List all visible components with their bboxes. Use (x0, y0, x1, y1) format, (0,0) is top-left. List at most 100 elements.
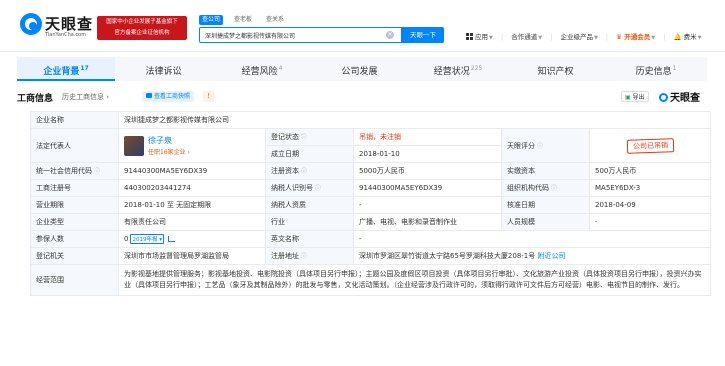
tab-operation[interactable]: 经营状况225 (409, 57, 507, 81)
nearby-companies-link[interactable]: 附近公司 (537, 252, 565, 260)
score-label: 天眼评分 (507, 141, 535, 150)
table-row: 统一社会信用代码 ⓘ 91440300MA5EY6DX39 注册资本 ⓘ 5000万… (30, 162, 712, 180)
nav-divider: | (663, 33, 666, 41)
insured-value: 0 (124, 235, 129, 243)
status-badge: 吊销，未注销 (359, 133, 401, 141)
export-label: 导出 (632, 94, 645, 101)
snapshot-button[interactable]: 查看工商快照 (142, 91, 195, 102)
warning-icon[interactable]: ! (203, 91, 214, 102)
search-input[interactable] (199, 27, 402, 43)
nav-apps[interactable]: 应用▼ (466, 31, 493, 41)
scope-label: 经营范围 (30, 264, 119, 296)
staff-label: 人员规模 (501, 213, 590, 231)
address-label: 注册地址 (271, 252, 299, 260)
legal-rep-positions[interactable]: 任职16家企业 › (148, 147, 190, 156)
nav-products-label: 企业级产品 (560, 33, 593, 41)
status-value-cell: 吊销，未注销 (353, 128, 502, 146)
business-info-table: 企业名称 深圳捷成梦之都影视传媒有限公司 法定代表人 徐子泉 任职16家企业 › … (30, 111, 712, 296)
chart-icon[interactable] (167, 236, 175, 242)
grid-icon (466, 33, 473, 40)
table-row: 企业名称 深圳捷成梦之都影视传媒有限公司 (30, 111, 712, 129)
table-row: 经营范围 为影视基地提供管理服务；影视基地投资、电影院投资（具体项目另行申报）；… (30, 264, 712, 296)
chevron-down-icon: ▼ (489, 35, 493, 41)
nav-user[interactable]: 🔔 费米▼ (673, 31, 701, 41)
search-tab-relation[interactable]: 查关系 (263, 15, 287, 25)
site-logo[interactable]: 天眼查 TianYanCha.com (20, 13, 94, 39)
history-link[interactable]: 历史工商信息 › (62, 92, 109, 102)
brand-watermark: 天眼查 (659, 89, 700, 104)
company-name-value: 深圳捷成梦之都影视传媒有限公司 (117, 111, 712, 129)
taxpayer-qual-label: 纳税人资质 (265, 196, 354, 214)
authority-value: 深圳市市场监督管理局罗湖监管局 (118, 247, 266, 265)
search-tab-boss[interactable]: 查老板 (231, 15, 255, 25)
tab-ip[interactable]: 知识产权 (507, 57, 605, 81)
logo-mark-icon (20, 13, 42, 35)
tab-litigation[interactable]: 法律诉讼 (115, 57, 213, 81)
table-row: 工商注册号 440300203441274 纳税人识别号 ⓘ 91440300MA… (30, 179, 712, 197)
reg-no-label: 工商注册号 (30, 179, 119, 197)
nav-divider: | (500, 33, 504, 41)
staff-value: - (588, 213, 712, 231)
insured-value-cell: 0 2019年报 ▾ (118, 230, 266, 248)
address-value-cell: 深圳市罗湖区翠竹街道太宁路65号罗湖科技大厦208-1号 附近公司 (352, 247, 712, 265)
status-label-cell: 登记状态 ⓘ (265, 128, 354, 146)
search-tab-company[interactable]: 查公司 (199, 15, 224, 25)
official-banner[interactable]: 国家中小企业发展子基金旗下 官方备案企业征信机构 (97, 16, 187, 40)
nav-partner[interactable]: 合作通道▼ (511, 31, 542, 41)
help-icon[interactable]: ⓘ (315, 185, 321, 192)
status-label: 登记状态 (271, 133, 299, 141)
established-label: 成立日期 (265, 145, 354, 163)
export-button[interactable]: ▣ 导出 (621, 91, 649, 102)
tab-label: 历史信息 (635, 67, 672, 77)
search-button[interactable]: 天眼一下 (402, 27, 444, 43)
tab-background[interactable]: 企业背景17 (17, 57, 115, 81)
credit-code-label: 统一社会信用代码 (36, 167, 92, 175)
insured-label: 参保人数 (30, 230, 119, 248)
legal-rep-name[interactable]: 徐子泉 (148, 135, 190, 146)
help-icon[interactable]: ⓘ (301, 168, 307, 175)
help-icon[interactable]: ⓘ (301, 253, 307, 260)
table-row: 参保人数 0 2019年报 ▾ 英文名称 - (30, 230, 712, 248)
legal-rep-info: 徐子泉 任职16家企业 › (148, 135, 190, 156)
org-code-label: 组织机构代码 (507, 184, 549, 192)
nav-vip[interactable]: ♛ 开通会员▼ (616, 31, 655, 41)
tab-history[interactable]: 历史信息1 (605, 57, 707, 81)
clear-icon[interactable]: × (386, 31, 394, 39)
help-icon[interactable]: ⓘ (94, 168, 100, 175)
table-row: 企业类型 有限责任公司 行业 广播、电视、电影和录音制作业 人员规模 - (30, 213, 712, 231)
help-icon[interactable]: ⓘ (301, 134, 307, 141)
scope-value: 为影视基地提供管理服务；影视基地投资、电影院投资（具体项目另行申报）；主题公园及… (117, 264, 712, 296)
score-label-cell: 天眼评分 ⓘ (501, 128, 590, 163)
tab-risk[interactable]: 经营风险4 (213, 57, 311, 81)
nav-products[interactable]: 企业级产品▼ (560, 31, 597, 41)
org-code-label-cell: 组织机构代码 ⓘ (501, 179, 590, 197)
paid-capital-value: 500万人民币 (588, 162, 712, 180)
tab-development[interactable]: 公司发展 (311, 57, 409, 81)
brand-text: 天眼查 (670, 93, 700, 104)
tab-label: 知识产权 (537, 67, 574, 77)
top-header: 天眼查 TianYanCha.com 国家中小企业发展子基金旗下 官方备案企业征… (0, 0, 725, 52)
annual-report-dropdown[interactable]: 2019年报 ▾ (130, 234, 164, 244)
banner-line-2: 官方备案企业征信机构 (114, 30, 170, 36)
nav-partner-label: 合作通道 (511, 33, 538, 41)
table-row: 登记机关 深圳市市场监督管理局罗湖监管局 注册地址 ⓘ 深圳市罗湖区翠竹街道太宁路… (30, 247, 712, 265)
avatar[interactable] (124, 135, 144, 156)
reg-no-value: 440300203441274 (118, 179, 266, 197)
logo-subtext: TianYanCha.com (45, 32, 87, 38)
nav-divider: | (550, 33, 553, 41)
table-row: 营业期限 2018-01-10 至 无固定期限 纳税人资质 - 核准日期 201… (30, 196, 712, 214)
logo-text: 天眼查 (45, 15, 94, 33)
top-nav: 应用▼ | 合作通道▼ | 企业级产品▼ | ♛ 开通会员▼ | 🔔 费米▼ (466, 31, 710, 41)
annual-report-label: 2019年报 (132, 237, 158, 243)
english-name-label: 英文名称 (265, 230, 354, 248)
taxpayer-value: 91440300MA5EY6DX39 (353, 179, 502, 197)
score-value-cell: 公司已吊销 (588, 128, 712, 163)
section-header: 工商信息 历史工商信息 › 查看工商快照 ! ▣ 导出 天眼查 (17, 91, 707, 105)
help-icon[interactable]: ⓘ (551, 185, 557, 192)
reg-capital-value: 5000万人民币 (353, 162, 502, 180)
term-label: 营业期限 (30, 196, 119, 214)
nav-vip-label: 开通会员 (624, 33, 651, 41)
help-icon[interactable]: ⓘ (537, 143, 543, 150)
tab-count: 1 (672, 65, 677, 72)
taxpayer-label: 纳税人识别号 (271, 184, 313, 192)
